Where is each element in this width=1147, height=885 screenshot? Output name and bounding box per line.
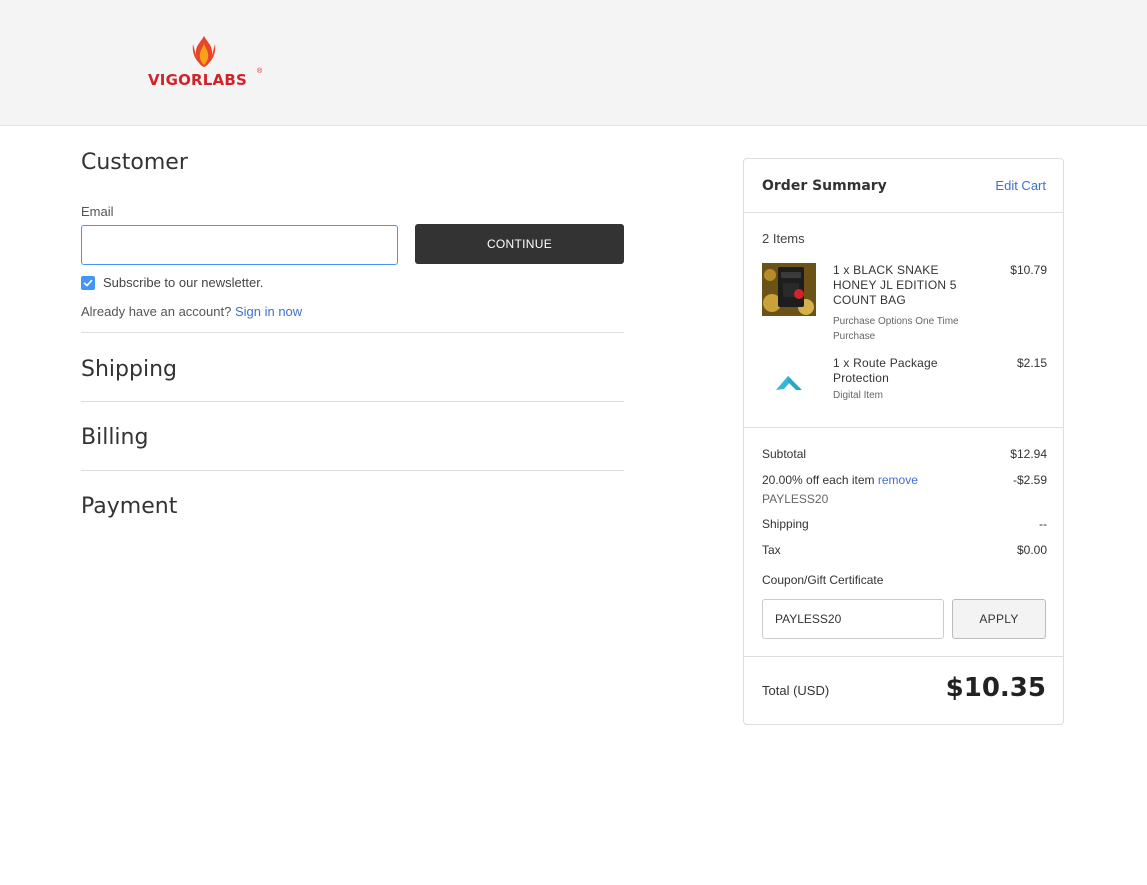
divider bbox=[81, 401, 624, 402]
continue-button[interactable]: CONTINUE bbox=[415, 224, 624, 264]
item-name: 1 x BLACK SNAKE HONEY JL EDITION 5 COUNT… bbox=[833, 263, 957, 307]
signin-link[interactable]: Sign in now bbox=[235, 304, 302, 319]
remove-coupon-link[interactable]: remove bbox=[878, 473, 918, 487]
order-summary-title: Order Summary bbox=[762, 178, 887, 194]
items-count: 2 Items bbox=[762, 231, 805, 246]
discount-label-wrap: 20.00% off each item remove bbox=[762, 473, 918, 487]
item-price: $2.15 bbox=[1016, 356, 1047, 370]
newsletter-checkbox[interactable] bbox=[81, 275, 95, 290]
brand-name: VIGORLABS bbox=[148, 71, 248, 89]
apply-coupon-button[interactable]: APPLY bbox=[952, 599, 1046, 639]
discount-code: PAYLESS20 bbox=[762, 492, 829, 506]
divider bbox=[81, 470, 624, 471]
divider bbox=[744, 427, 1063, 428]
coupon-label: Coupon/Gift Certificate bbox=[762, 573, 884, 587]
email-input[interactable] bbox=[81, 225, 398, 265]
newsletter-label: Subscribe to our newsletter. bbox=[103, 275, 264, 290]
shipping-label: Shipping bbox=[762, 517, 809, 531]
item-name: 1 x Route Package Protection bbox=[833, 356, 938, 385]
signin-prompt: Already have an account? Sign in now bbox=[81, 304, 302, 319]
total-label: Total (USD) bbox=[762, 683, 830, 698]
account-prompt-text: Already have an account? bbox=[81, 304, 232, 319]
checkmark-icon bbox=[83, 279, 93, 286]
discount-label: 20.00% off each item bbox=[762, 473, 875, 487]
product-image bbox=[762, 263, 816, 316]
total-value: $10.35 bbox=[945, 673, 1046, 703]
divider bbox=[744, 656, 1063, 657]
coupon-input[interactable] bbox=[762, 599, 944, 639]
site-header: VIGORLABS ® bbox=[0, 0, 1147, 126]
subtotal-value: $12.94 bbox=[1010, 447, 1047, 461]
order-summary: Order Summary Edit Cart 2 Items 1 x BLAC… bbox=[743, 158, 1064, 725]
subtotal-label: Subtotal bbox=[762, 447, 807, 461]
tax-label: Tax bbox=[762, 543, 781, 557]
discount-value: -$2.59 bbox=[1012, 473, 1047, 487]
tax-value: $0.00 bbox=[1016, 543, 1047, 557]
email-label: Email bbox=[81, 204, 114, 219]
divider bbox=[81, 332, 624, 333]
newsletter-option[interactable]: Subscribe to our newsletter. bbox=[81, 275, 263, 290]
line-item: 1 x Route Package Protection Digital Ite… bbox=[762, 356, 1047, 402]
flame-icon bbox=[192, 36, 216, 67]
customer-heading: Customer bbox=[81, 150, 188, 175]
shipping-heading: Shipping bbox=[81, 357, 177, 382]
item-options: Purchase Options One Time Purchase bbox=[833, 316, 959, 342]
line-item: 1 x BLACK SNAKE HONEY JL EDITION 5 COUNT… bbox=[762, 263, 1047, 343]
payment-heading: Payment bbox=[81, 494, 178, 519]
route-logo-icon bbox=[776, 376, 802, 390]
vigorlabs-logo[interactable]: VIGORLABS ® bbox=[148, 34, 268, 90]
shipping-value: -- bbox=[1039, 517, 1047, 531]
billing-heading: Billing bbox=[81, 425, 149, 450]
registered-mark: ® bbox=[257, 68, 263, 75]
item-price: $10.79 bbox=[1010, 263, 1047, 277]
edit-cart-link[interactable]: Edit Cart bbox=[995, 178, 1046, 193]
item-options: Digital Item bbox=[833, 390, 884, 401]
order-summary-header: Order Summary Edit Cart bbox=[744, 159, 1063, 213]
